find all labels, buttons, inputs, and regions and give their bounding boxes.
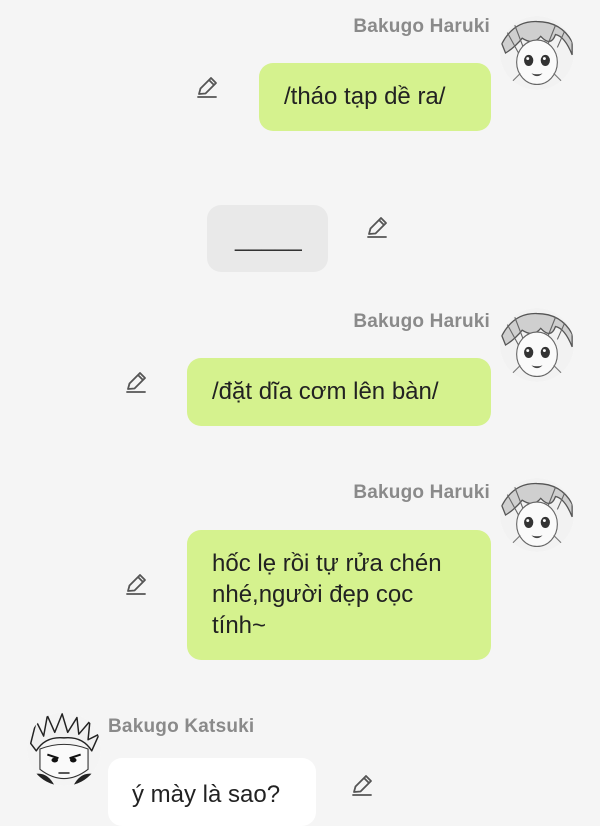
- message-text: ý mày là sao?: [132, 781, 281, 808]
- message-bubble[interactable]: ý mày là sao?: [108, 758, 316, 826]
- message-bubble[interactable]: /tháo tạp dề ra/: [259, 63, 491, 131]
- message-text: _____: [235, 225, 302, 252]
- sender-name: Bakugo Haruki: [353, 482, 490, 503]
- pencil-icon[interactable]: [349, 772, 375, 798]
- message-text: /tháo tạp dề ra/: [284, 83, 446, 110]
- message-text: hốc lẹ rồi tự rửa chén nhé,người đẹp cọc…: [212, 550, 442, 639]
- sender-name: Bakugo Haruki: [353, 311, 490, 332]
- pencil-icon[interactable]: [364, 214, 390, 240]
- anime-avatar-katsuki-icon[interactable]: [27, 712, 101, 786]
- message-bubble[interactable]: hốc lẹ rồi tự rửa chén nhé,người đẹp cọc…: [187, 530, 491, 660]
- message-bubble[interactable]: /đặt dĩa cơm lên bàn/: [187, 358, 491, 426]
- pencil-icon[interactable]: [123, 369, 149, 395]
- message-bubble[interactable]: _____: [207, 205, 328, 272]
- pencil-icon[interactable]: [194, 74, 220, 100]
- sender-name: Bakugo Katsuki: [108, 716, 255, 737]
- anime-avatar-haruki-icon[interactable]: [500, 478, 574, 552]
- anime-avatar-haruki-icon[interactable]: [500, 16, 574, 90]
- sender-name: Bakugo Haruki: [353, 16, 490, 37]
- pencil-icon[interactable]: [123, 571, 149, 597]
- message-text: /đặt dĩa cơm lên bàn/: [212, 378, 439, 405]
- anime-avatar-haruki-icon[interactable]: [500, 308, 574, 382]
